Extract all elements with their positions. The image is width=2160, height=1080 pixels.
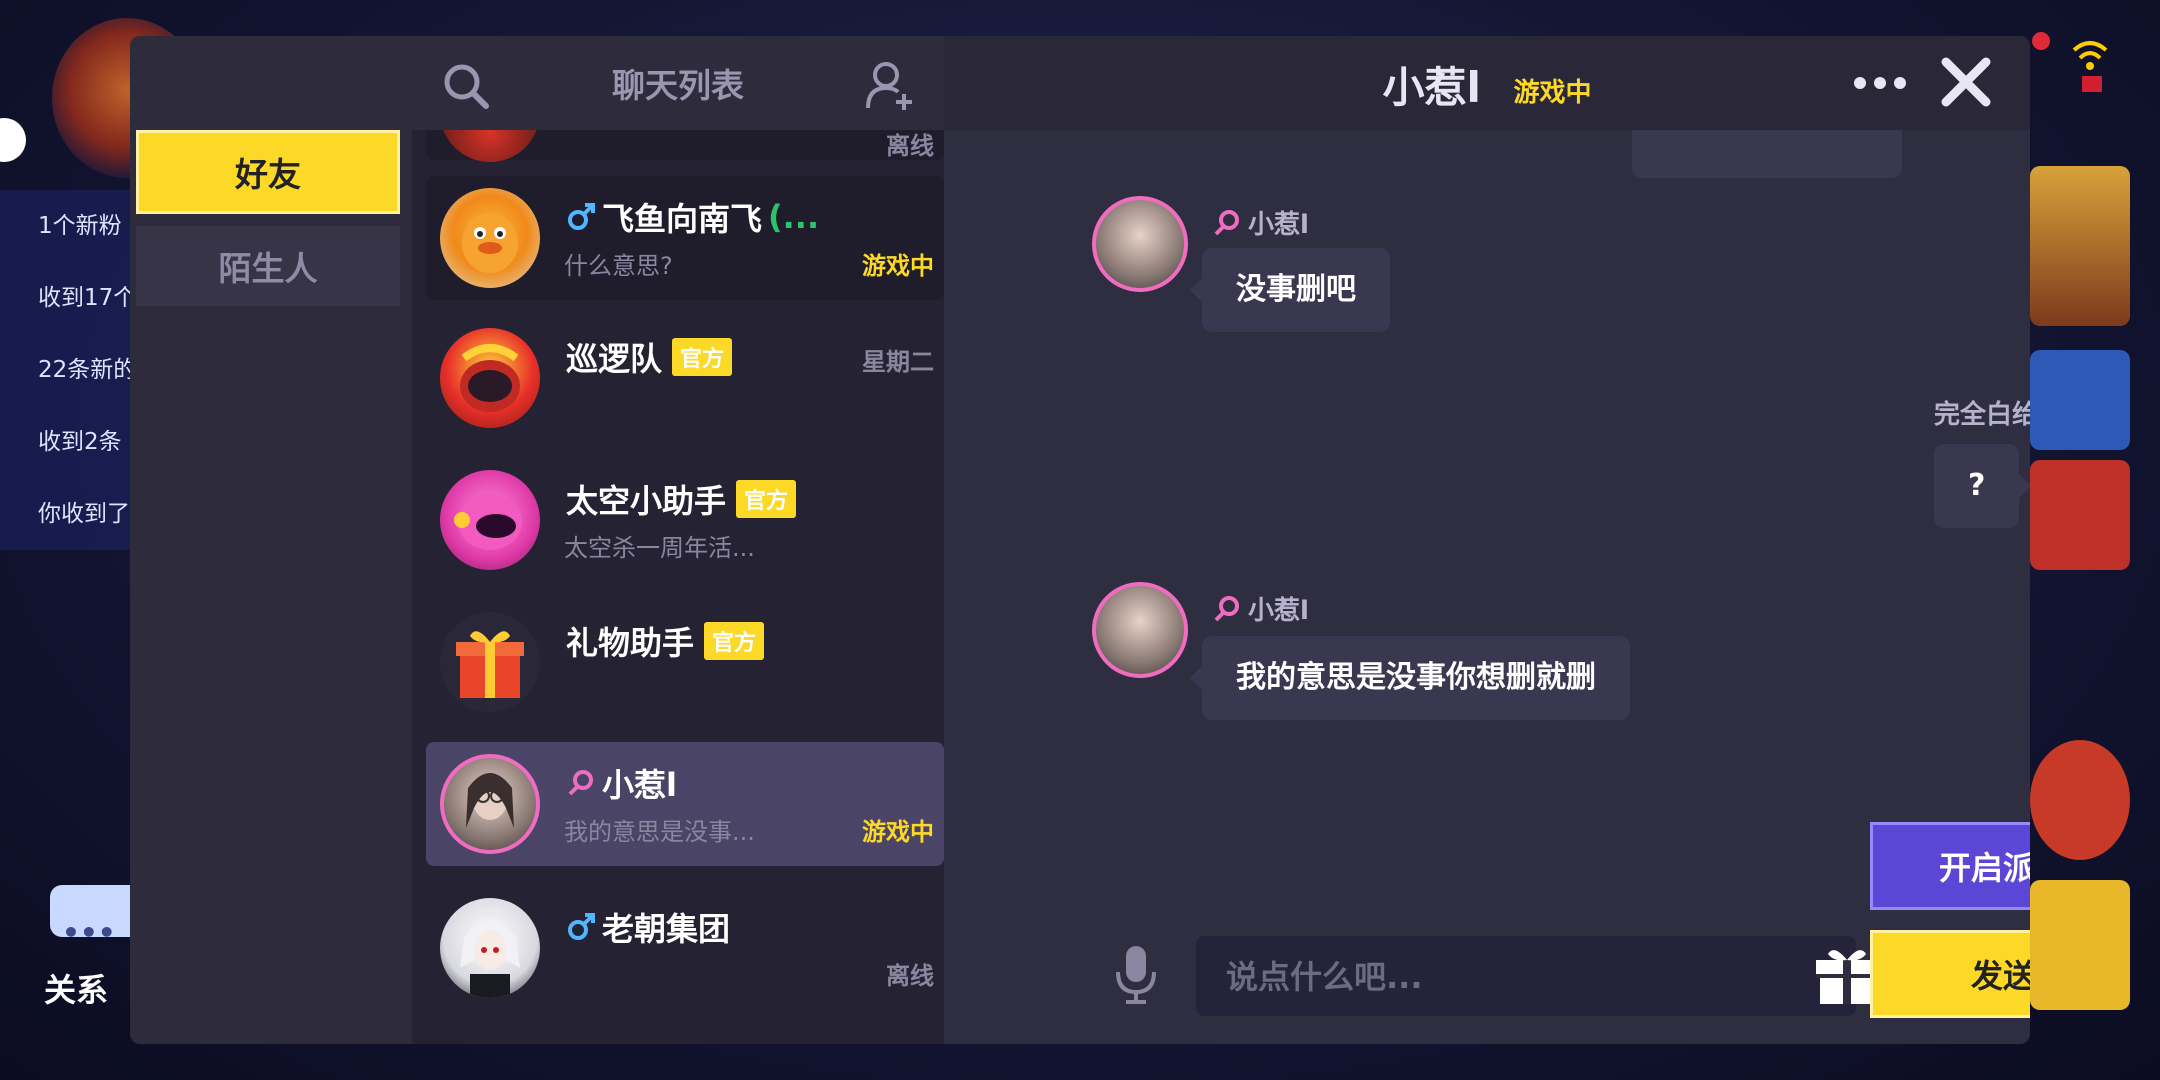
avatar [440,898,540,998]
chat-dialog: 好友 陌生人 聊天列表 离线 飞鱼向南飞 (... 什么意思? 游戏中 巡逻队 … [130,36,2030,1044]
microphone-icon[interactable] [1112,944,1160,1006]
message-bubble: 我的意思是没事你想删就删 [1190,636,1630,720]
official-badge: 官方 [704,622,765,660]
gift-avatar [440,612,540,712]
avatar [440,328,540,428]
message-sender-row: 小惹l [1212,590,1309,627]
previous-message-bubble [1632,130,1902,178]
background-notification: 收到2条 [38,429,122,455]
list-item-selected[interactable]: 小惹l 我的意思是没事... 游戏中 [426,742,944,866]
background-notification: 你收到了 [38,501,130,527]
background-event-icon [2030,880,2130,1010]
female-icon [1212,594,1242,624]
message-bubble: ? [1934,444,2030,528]
contact-status: 离线 [886,962,934,990]
background-event-icon [2030,740,2130,860]
male-icon [566,202,596,232]
avatar [440,470,540,570]
message-preview: 什么意思? [564,252,673,280]
message-sender: 完全白给 [1933,400,2030,430]
message-sender: 小惹l [1248,596,1309,626]
message-sender-row: 小惹l [1212,204,1309,241]
more-icon[interactable] [1850,70,1910,96]
official-badge: 官方 [672,338,733,376]
send-button[interactable]: 发送 [1870,930,2030,1018]
contact-name: 小惹l [602,766,677,804]
female-icon [566,768,596,798]
list-item[interactable]: 老朝集团 离线 [426,886,944,1010]
category-nav: 好友 陌生人 [130,36,412,1044]
tab-friends[interactable]: 好友 [136,130,400,214]
conversation-panel: 小惹l 游戏中 小惹l 没事删吧 完全白给 ? 小惹l 我的意思是没事你想删就删… [944,36,2030,1044]
conversation-header: 小惹l 游戏中 [944,36,2030,130]
online-tag: (... [768,198,820,236]
chat-list: 离线 飞鱼向南飞 (... 什么意思? 游戏中 巡逻队 官方 星期二 太空小助手… [426,130,944,1044]
message-sender: 小惹l [1248,210,1309,240]
contact-name: 老朝集团 [602,910,731,948]
contact-name-row: 礼物助手 官方 [566,618,765,664]
list-item[interactable]: 飞鱼向南飞 (... 什么意思? 游戏中 [426,176,944,300]
contact-name: 巡逻队 [566,340,663,378]
wifi-icon [2070,36,2110,96]
message-sender-row: 完全白给 [1888,394,2030,431]
male-icon [566,912,596,942]
message-bubble: 没事删吧 [1190,248,1390,332]
background-event-icon [2030,350,2130,450]
conversation-title: 小惹l [1382,63,1481,112]
contact-name-row: 飞鱼向南飞 (... [566,194,819,240]
list-item[interactable]: 离线 [426,130,944,162]
sender-avatar[interactable] [1092,196,1188,292]
contact-status: 游戏中 [862,252,934,280]
contact-name: 礼物助手 [566,624,695,662]
background-red-dot [2032,32,2050,50]
search-icon[interactable] [440,60,492,112]
contact-name-row: 小惹l [566,760,677,806]
background-notification: 1个新粉 [38,213,122,239]
official-badge: 官方 [736,480,797,518]
message-preview: 太空杀一周年活... [564,534,755,562]
close-icon[interactable] [1936,52,1996,112]
background-event-banner [2030,166,2130,326]
background-event-icon [2030,460,2130,570]
add-friend-icon[interactable] [864,60,916,112]
sender-avatar[interactable] [1092,582,1188,678]
avatar [440,754,540,854]
contact-name-row: 老朝集团 [566,904,730,950]
contact-status: 离线 [886,132,934,160]
message-preview: 我的意思是没事... [564,818,755,846]
background-notification-list: 1个新粉 收到17个 22条新的 收到2条 你收到了 [0,190,135,550]
list-item[interactable]: 巡逻队 官方 星期二 [426,316,944,440]
contact-name-row: 巡逻队 官方 [566,334,733,380]
chat-list-panel: 聊天列表 离线 飞鱼向南飞 (... 什么意思? 游戏中 巡逻队 官方 星期二 … [412,36,944,1044]
message-input-box [1196,936,1856,1018]
chat-list-header: 聊天列表 [412,36,944,130]
contact-status: 游戏中 [862,818,934,846]
avatar [440,130,540,162]
background-notification: 22条新的 [38,357,135,383]
contact-name: 太空小助手 [566,482,727,520]
avatar [440,188,540,288]
female-icon [1212,208,1242,238]
last-message-date: 星期二 [862,348,934,376]
tab-strangers[interactable]: 陌生人 [136,226,400,306]
background-floating-dot [0,118,26,162]
contact-name: 飞鱼向南飞 [602,200,763,238]
conversation-status: 游戏中 [1513,78,1592,108]
contact-name-row: 太空小助手 官方 [566,476,797,522]
message-input[interactable] [1196,936,1748,1018]
background-notification: 收到17个 [38,285,135,311]
start-party-button[interactable]: 开启派对 [1870,822,2030,910]
list-item[interactable]: 太空小助手 官方 太空杀一周年活... [426,458,944,582]
list-item[interactable]: 礼物助手 官方 [426,600,944,724]
